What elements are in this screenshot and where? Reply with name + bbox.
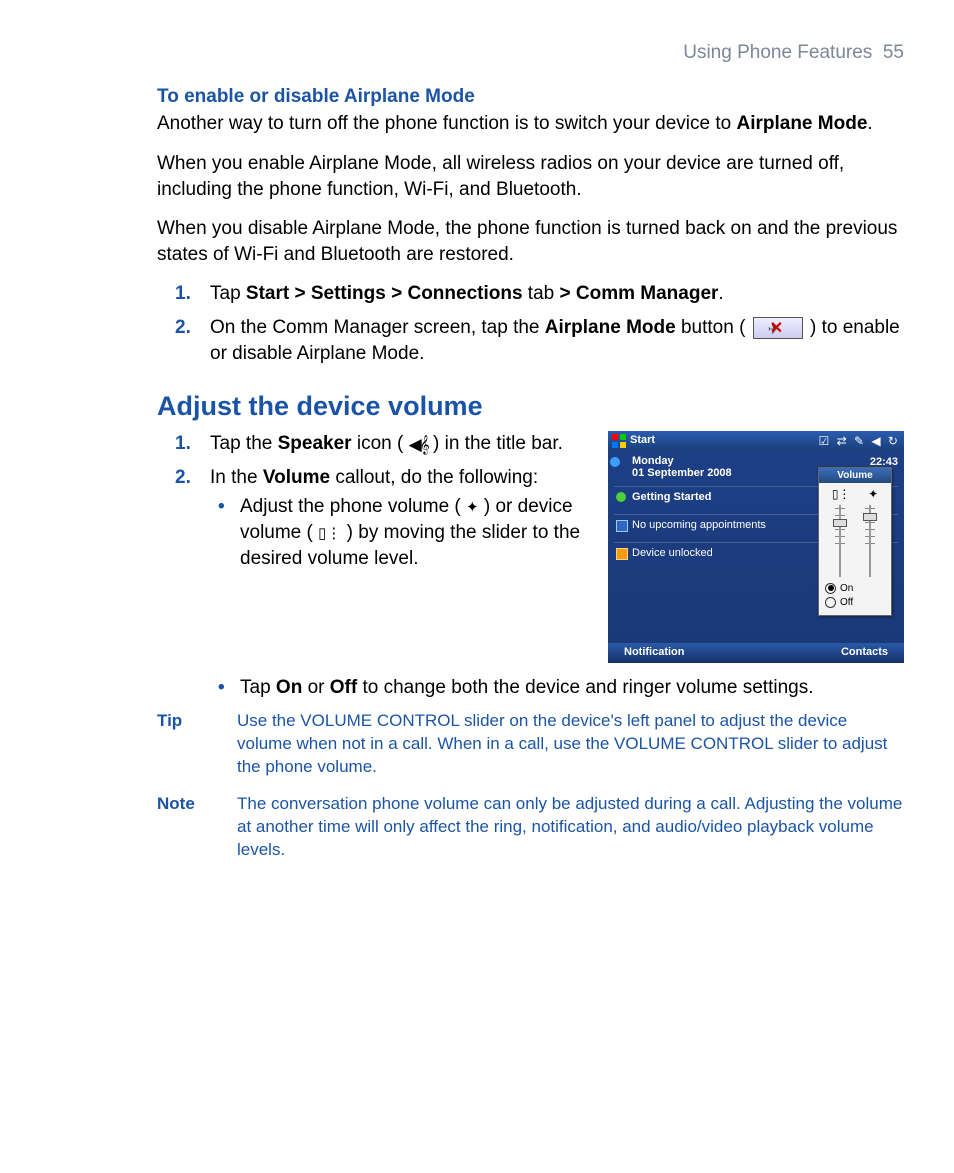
- note-row: Note The conversation phone volume can o…: [157, 793, 904, 862]
- speaker-icon: ◀𝄞: [409, 434, 428, 457]
- chapter-title: Using Phone Features: [683, 42, 872, 63]
- airplane-step-2: 2. On the Comm Manager screen, tap the A…: [175, 315, 904, 366]
- airplane-heading: To enable or disable Airplane Mode: [157, 84, 904, 110]
- airplane-para-1: Another way to turn off the phone functi…: [157, 111, 904, 137]
- page-header: Using Phone Features 55: [50, 40, 904, 66]
- tip-row: Tip Use the VOLUME CONTROL slider on the…: [157, 710, 904, 779]
- airplane-steps: 1. Tap Start > Settings > Connections ta…: [175, 281, 904, 366]
- shot-softkeys: Notification Contacts: [608, 643, 904, 663]
- airplane-mode-icon: ✈✕: [753, 317, 803, 339]
- volume-step-1: 1. Tap the Speaker icon ( ◀𝄞 ) in the ti…: [175, 431, 904, 457]
- note-text: The conversation phone volume can only b…: [237, 793, 904, 862]
- softkey-right: Contacts: [841, 645, 888, 660]
- volume-step-2: 2. In the Volume callout, do the followi…: [175, 465, 904, 572]
- radio-off: [825, 597, 836, 608]
- volume-bullet-1: Adjust the phone volume ( ✦ ) or device …: [210, 494, 904, 571]
- note-label: Note: [157, 793, 237, 862]
- volume-steps: 1. Tap the Speaker icon ( ◀𝄞 ) in the ti…: [175, 431, 904, 572]
- volume-bullet-2: Tap On or Off to change both the device …: [210, 675, 904, 701]
- airplane-para-3: When you disable Airplane Mode, the phon…: [157, 216, 904, 267]
- tip-label: Tip: [157, 710, 237, 779]
- volume-on-off: On Off: [819, 579, 891, 615]
- volume-bullets: Adjust the phone volume ( ✦ ) or device …: [210, 494, 904, 571]
- volume-bullets-cont: Tap On or Off to change both the device …: [210, 675, 904, 701]
- phone-volume-inline-icon: ✦: [466, 499, 479, 516]
- radio-on: [825, 583, 836, 594]
- softkey-left: Notification: [624, 645, 685, 660]
- device-volume-inline-icon: ▯⋮: [318, 525, 341, 542]
- volume-heading: Adjust the device volume: [157, 388, 904, 424]
- page-number: 55: [883, 42, 904, 63]
- airplane-para-2: When you enable Airplane Mode, all wirel…: [157, 151, 904, 202]
- airplane-step-1: 1. Tap Start > Settings > Connections ta…: [175, 281, 904, 307]
- tip-text: Use the VOLUME CONTROL slider on the dev…: [237, 710, 904, 779]
